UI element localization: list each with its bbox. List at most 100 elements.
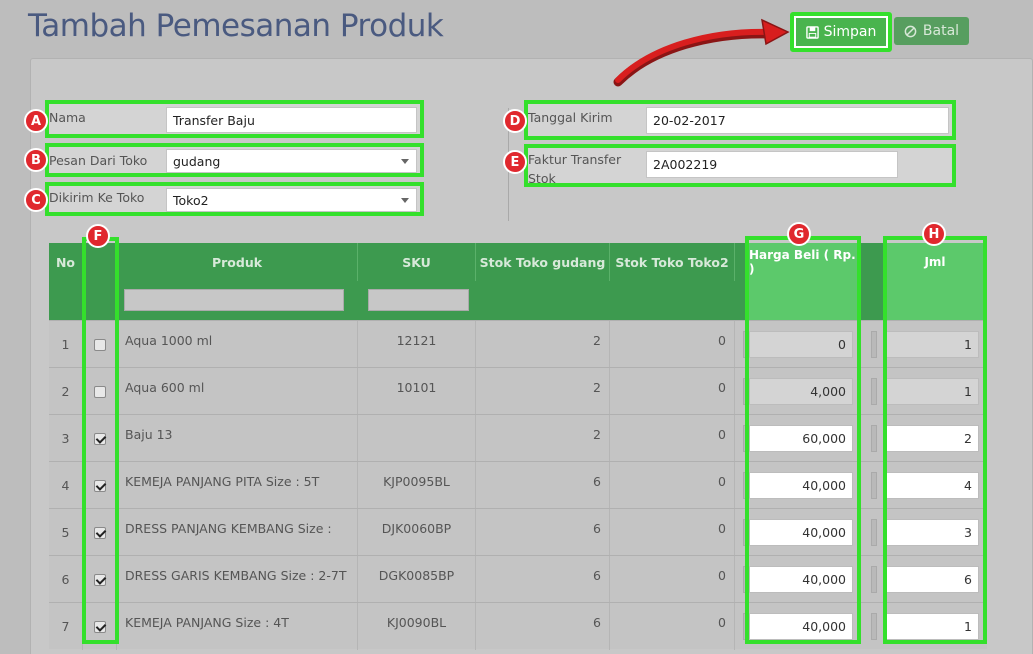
produk-cell: Baju 13 [117, 415, 358, 462]
col-header-stok-toko2: Stok Toko Toko2 [610, 243, 735, 281]
sku-filter-input[interactable] [368, 289, 469, 311]
harga-input[interactable]: 4,000 [749, 378, 853, 405]
tanggal-kirim-label: Tanggal Kirim [528, 110, 613, 125]
harga-input[interactable]: 40,000 [749, 566, 853, 593]
produk-cell: KEMEJA PANJANG PITA Size : 5T [117, 462, 358, 509]
harga-input[interactable]: 40,000 [749, 472, 853, 499]
chevron-down-icon [401, 159, 409, 164]
stok-gudang-cell: 6 [476, 556, 610, 603]
produk-cell: Aqua 600 ml [117, 368, 358, 415]
badge-d: D [503, 109, 527, 133]
stok-toko2-cell: 0 [610, 603, 735, 650]
jml-input[interactable]: 1 [886, 613, 979, 640]
jml-input[interactable]: 4 [886, 472, 979, 499]
harga-filter-cell [749, 281, 857, 320]
table-row: 4 KEMEJA PANJANG PITA Size : 5T KJP0095BL 6… [49, 461, 987, 509]
pesan-dari-toko-label: Pesan Dari Toko [49, 153, 148, 168]
stok-toko2-cell: 0 [610, 415, 735, 462]
col-header-produk: Produk [117, 243, 358, 281]
row-checkbox[interactable] [93, 620, 106, 633]
stok-gudang-cell: 6 [476, 509, 610, 556]
stok-gudang-cell: 2 [476, 321, 610, 368]
row-number: 1 [49, 321, 83, 368]
badge-c: C [24, 188, 48, 212]
pesan-dari-toko-row: Pesan Dari Toko gudang [45, 143, 424, 177]
jml-input-stub [871, 613, 877, 640]
row-number: 2 [49, 368, 83, 415]
cancel-button[interactable]: Batal [894, 17, 969, 45]
faktur-transfer-stok-label: Faktur Transfer Stok [528, 152, 622, 186]
stok-gudang-cell: 6 [476, 603, 610, 650]
sku-cell: KJ0090BL [358, 603, 476, 650]
page-title: Tambah Pemesanan Produk [28, 8, 444, 44]
table-row: 1 Aqua 1000 ml 12121 2 0 0 1 [49, 320, 987, 368]
stok-gudang-cell: 6 [476, 462, 610, 509]
dikirim-ke-toko-label: Dikirim Ke Toko [49, 190, 145, 205]
row-number: 7 [49, 603, 83, 650]
pesan-dari-toko-select[interactable]: gudang [166, 149, 417, 173]
table-row: 7 KEMEJA PANJANG Size : 4T KJ0090BL 6 0 40,00… [49, 602, 987, 650]
stok-toko2-cell: 0 [610, 509, 735, 556]
sku-cell [358, 415, 476, 462]
stok-toko2-cell: 0 [610, 556, 735, 603]
badge-b: B [24, 148, 48, 172]
row-checkbox[interactable] [93, 385, 106, 398]
row-checkbox-cell [83, 415, 117, 462]
floppy-disk-icon [805, 25, 819, 39]
sku-cell: DGK0085BP [358, 556, 476, 603]
produk-cell: KEMEJA PANJANG Size : 4T [117, 603, 358, 650]
produk-filter-input[interactable] [124, 289, 344, 311]
stok-toko2-cell: 0 [610, 462, 735, 509]
table-row: 3 Baju 13 2 0 60,000 2 [49, 414, 987, 462]
jml-input[interactable]: 1 [886, 331, 979, 358]
jml-input-stub [871, 472, 877, 499]
badge-h: H [922, 222, 946, 246]
tanggal-kirim-row: Tanggal Kirim 20-02-2017 [524, 100, 956, 140]
row-checkbox[interactable] [93, 479, 106, 492]
jml-input-stub [871, 519, 877, 546]
produk-cell: DRESS GARIS KEMBANG Size : 2-7T [117, 556, 358, 603]
faktur-transfer-stok-row: Faktur Transfer Stok 2A002219 [524, 144, 956, 187]
row-checkbox-cell [83, 509, 117, 556]
jml-input-stub [871, 425, 877, 452]
faktur-transfer-stok-input[interactable]: 2A002219 [646, 151, 898, 178]
jml-input-stub [871, 566, 877, 593]
table-row: 5 DRESS PANJANG KEMBANG Size : DJK0060BP 6 0… [49, 508, 987, 556]
dikirim-ke-toko-row: Dikirim Ke Toko Toko2 [45, 182, 424, 216]
badge-g: G [787, 222, 811, 246]
jml-input[interactable]: 3 [886, 519, 979, 546]
nama-label: Nama [49, 110, 86, 125]
row-checkbox[interactable] [93, 432, 106, 445]
sku-cell: DJK0060BP [358, 509, 476, 556]
harga-input[interactable]: 40,000 [749, 519, 853, 546]
row-number: 3 [49, 415, 83, 462]
produk-cell: DRESS PANJANG KEMBANG Size : [117, 509, 358, 556]
jml-input[interactable]: 1 [886, 378, 979, 405]
stok-toko2-cell: 0 [610, 368, 735, 415]
nama-input[interactable]: Transfer Baju [166, 107, 417, 133]
row-checkbox[interactable] [93, 526, 106, 539]
col-header-sku: SKU [358, 243, 476, 281]
jml-input[interactable]: 6 [886, 566, 979, 593]
jml-input[interactable]: 2 [886, 425, 979, 452]
badge-a: A [24, 109, 48, 133]
col-header-no: No [49, 243, 83, 281]
jml-filter-cell [887, 281, 983, 320]
tanggal-kirim-input[interactable]: 20-02-2017 [646, 107, 949, 134]
dikirim-ke-toko-select[interactable]: Toko2 [166, 188, 417, 212]
row-checkbox[interactable] [93, 573, 106, 586]
stok-gudang-cell: 2 [476, 415, 610, 462]
sku-cell: 12121 [358, 321, 476, 368]
stok-toko2-cell: 0 [610, 321, 735, 368]
table-row: 2 Aqua 600 ml 10101 2 0 4,000 1 [49, 367, 987, 415]
harga-input[interactable]: 0 [749, 331, 853, 358]
save-button[interactable]: Simpan [790, 12, 892, 52]
col-header-check [83, 243, 117, 281]
jml-input-stub [871, 331, 877, 358]
row-checkbox-cell [83, 603, 117, 650]
row-checkbox[interactable] [93, 338, 106, 351]
sku-cell: KJP0095BL [358, 462, 476, 509]
harga-input[interactable]: 60,000 [749, 425, 853, 452]
harga-input[interactable]: 40,000 [749, 613, 853, 640]
table-row: 6 DRESS GARIS KEMBANG Size : 2-7T DGK0085B… [49, 555, 987, 603]
